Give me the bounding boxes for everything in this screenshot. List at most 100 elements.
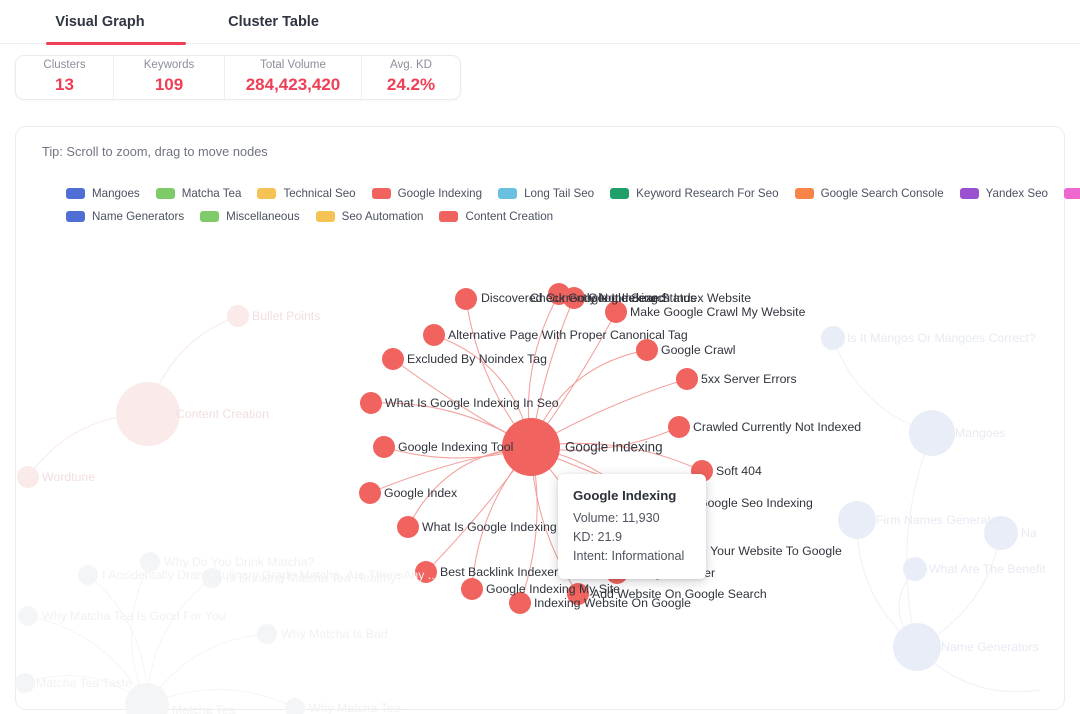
- legend-color-swatch: [795, 188, 814, 199]
- legend-item-label: Technical Seo: [283, 187, 355, 200]
- legend-item-label: Name Generators: [92, 210, 184, 223]
- legend-item-label: Matcha Tea: [182, 187, 242, 200]
- graph-node-label-faded: Why Matcha Is Bad: [281, 627, 388, 641]
- graph-node[interactable]: [397, 516, 419, 538]
- legend-item[interactable]: Google Search Console: [795, 187, 944, 200]
- graph-node-label: What Is Google Indexing: [422, 520, 557, 534]
- legend-item[interactable]: Long Tail Seo: [498, 187, 594, 200]
- legend-row-primary: Mangoes Matcha Tea Technical Seo Google Ind…: [66, 184, 1016, 202]
- legend-item-label: Mangoes: [92, 187, 140, 200]
- graph-node-faded[interactable]: [821, 326, 845, 350]
- legend-color-swatch: [498, 188, 517, 199]
- legend-color-swatch: [200, 211, 219, 222]
- graph-node-label: Best Backlink Indexer: [440, 565, 558, 579]
- graph-node-label: Google Search Index Website: [588, 291, 751, 305]
- graph-node-label-faded: Content Creation: [176, 407, 269, 421]
- graph-node-label-faded: What Are The Benefit: [929, 562, 1046, 576]
- legend-item[interactable]: Miscellaneous: [200, 210, 299, 223]
- tooltip-kd: KD: 21.9: [573, 528, 691, 547]
- graph-node-label-faded: Why Do You Drink Matcha?: [164, 555, 314, 569]
- graph-node-label: Google Indexing Tool: [398, 440, 513, 454]
- graph-node-label: Crawled Currently Not Indexed: [693, 420, 861, 434]
- graph-node[interactable]: [382, 348, 404, 370]
- legend-color-swatch: [316, 211, 335, 222]
- graph-node[interactable]: [359, 482, 381, 504]
- graph-node[interactable]: [455, 288, 477, 310]
- legend-item[interactable]: Matcha Tea: [156, 187, 242, 200]
- graph-node[interactable]: [668, 416, 690, 438]
- graph-node-faded[interactable]: [909, 410, 955, 456]
- graph-node-label: Soft 404: [716, 464, 762, 478]
- graph-node-faded[interactable]: [227, 305, 249, 327]
- graph-node-faded[interactable]: [285, 698, 305, 714]
- legend-item-label: Long Tail Seo: [524, 187, 594, 200]
- legend-item[interactable]: Name Generators: [66, 210, 184, 223]
- legend-item-label: Google Search Console: [821, 187, 944, 200]
- legend-color-swatch: [156, 188, 175, 199]
- legend-item[interactable]: Seo Automation: [316, 210, 424, 223]
- tooltip-volume: Volume: 11,930: [573, 509, 691, 528]
- legend-color-swatch: [372, 188, 391, 199]
- legend-item[interactable]: Google Indexing: [372, 187, 482, 200]
- graph-node-faded[interactable]: [893, 623, 941, 671]
- graph-node-label-faded: Na: [1021, 526, 1037, 540]
- graph-node-label: Alternative Page With Proper Canonical T…: [448, 328, 688, 342]
- graph-node-label: Make Google Crawl My Website: [630, 305, 805, 319]
- node-tooltip: Google Indexing Volume: 11,930 KD: 21.9 …: [558, 474, 706, 579]
- graph-node-label-faded: Why Matcha Tea Is Good For You: [42, 609, 226, 623]
- legend-item-label: Content Creation: [465, 210, 553, 223]
- graph-node-label: Indexing Website On Google: [534, 596, 691, 610]
- cluster-legend: Mangoes Matcha Tea Technical Seo Google Ind…: [66, 184, 1016, 230]
- graph-node-label: Google Seo Indexing: [698, 496, 813, 510]
- graph-node-faded[interactable]: [903, 557, 927, 581]
- graph-node-label: Google Index: [384, 486, 457, 500]
- legend-color-swatch: [439, 211, 458, 222]
- legend-item[interactable]: Ai Tools: [1064, 187, 1080, 200]
- graph-canvas[interactable]: Bullet PointsContent CreationWordtuneIs …: [0, 0, 1080, 714]
- legend-item[interactable]: Mangoes: [66, 187, 140, 200]
- graph-node[interactable]: [360, 392, 382, 414]
- graph-node-label-faded: Mangoes: [955, 426, 1006, 440]
- legend-item[interactable]: Yandex Seo: [960, 187, 1048, 200]
- legend-item[interactable]: Keyword Research For Seo: [610, 187, 778, 200]
- legend-item-label: Google Indexing: [398, 187, 482, 200]
- legend-item-label: Seo Automation: [342, 210, 424, 223]
- legend-item-label: Keyword Research For Seo: [636, 187, 778, 200]
- legend-item[interactable]: Content Creation: [439, 210, 553, 223]
- legend-color-swatch: [610, 188, 629, 199]
- legend-color-swatch: [1064, 188, 1080, 199]
- graph-node-label: What Is Google Indexing In Seo: [385, 396, 559, 410]
- tooltip-intent: Intent: Informational: [573, 547, 691, 566]
- graph-hub-label: Google Indexing: [565, 440, 663, 455]
- graph-node[interactable]: [636, 339, 658, 361]
- graph-node-label: Add Your Website To Google: [685, 544, 842, 558]
- graph-node-label-faded: Why Matcha Tea: [309, 701, 400, 714]
- graph-node-faded[interactable]: [78, 565, 98, 585]
- graph-node-label-faded: Firm Names Generator: [876, 513, 1002, 527]
- graph-node-faded[interactable]: [257, 624, 277, 644]
- graph-node[interactable]: [373, 436, 395, 458]
- graph-node-faded[interactable]: [116, 382, 180, 446]
- legend-color-swatch: [257, 188, 276, 199]
- legend-item-label: Yandex Seo: [986, 187, 1048, 200]
- legend-item[interactable]: Technical Seo: [257, 187, 355, 200]
- graph-node-label: 5xx Server Errors: [701, 372, 797, 386]
- graph-node-faded[interactable]: [17, 466, 39, 488]
- graph-node[interactable]: [423, 324, 445, 346]
- graph-node-faded[interactable]: [838, 501, 876, 539]
- legend-item-label: Miscellaneous: [226, 210, 299, 223]
- graph-node-label-faded: Matcha Tea Taste: [36, 676, 132, 690]
- graph-node-label-faded: Is Drinking Matcha Tea Healthy?: [226, 571, 403, 585]
- graph-node-label-faded: Bullet Points: [252, 309, 320, 323]
- graph-node-faded[interactable]: [15, 673, 35, 693]
- graph-node[interactable]: [461, 578, 483, 600]
- graph-node-label-faded: Is It Mangos Or Mangoes Correct?: [847, 331, 1036, 345]
- graph-node[interactable]: [676, 368, 698, 390]
- tooltip-title: Google Indexing: [573, 488, 691, 503]
- graph-node-label-faded: Name Generators: [941, 640, 1039, 654]
- graph-node-label: Excluded By Noindex Tag: [407, 352, 547, 366]
- legend-color-swatch: [960, 188, 979, 199]
- legend-color-swatch: [66, 211, 85, 222]
- graph-node-label: Google Crawl: [661, 343, 736, 357]
- graph-node-faded[interactable]: [18, 606, 38, 626]
